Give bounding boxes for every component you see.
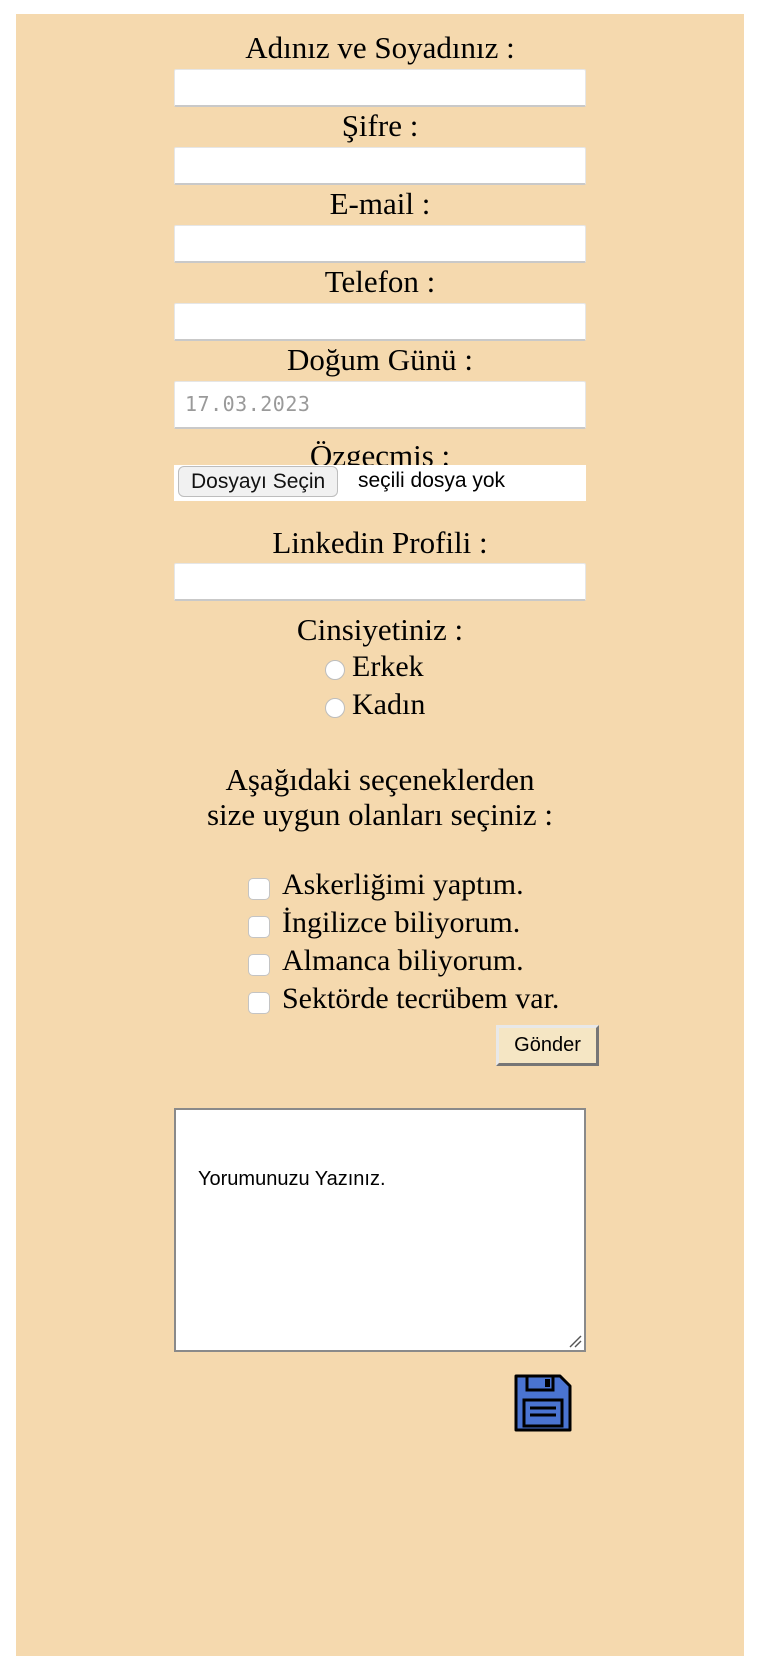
birthday-label: Doğum Günü : xyxy=(287,342,473,377)
form-panel: Adınız ve Soyadınız : Şifre : E-mail : T… xyxy=(16,14,744,1656)
options-intro-line1: Aşağıdaki seçeneklerden xyxy=(225,762,535,797)
gender-radio-male[interactable] xyxy=(325,660,345,680)
checkbox-german[interactable] xyxy=(248,954,270,976)
submit-button[interactable]: Gönder xyxy=(496,1025,599,1066)
checkbox-sector-experience-label: Sektörde tecrübem var. xyxy=(282,982,560,1015)
password-field[interactable] xyxy=(174,147,586,185)
resize-grip-icon[interactable] xyxy=(568,1334,582,1348)
email-field[interactable] xyxy=(174,225,586,263)
birthday-date-value: 17.03.2023 xyxy=(185,392,311,416)
choose-file-button[interactable]: Dosyayı Seçin xyxy=(178,466,339,497)
checkbox-sector-experience[interactable] xyxy=(248,992,270,1014)
comment-textarea[interactable]: Yorumunuzu Yazınız. xyxy=(174,1108,586,1352)
gender-radio-female[interactable] xyxy=(325,698,345,718)
floppy-disk-icon[interactable] xyxy=(512,1372,574,1434)
linkedin-label: Linkedin Profili : xyxy=(272,525,488,560)
comment-text: Yorumunuzu Yazınız. xyxy=(198,1168,386,1190)
name-label: Adınız ve Soyadınız : xyxy=(245,30,515,65)
linkedin-field[interactable] xyxy=(174,563,586,601)
phone-field[interactable] xyxy=(174,303,586,341)
checkbox-german-label: Almanca biliyorum. xyxy=(282,944,524,977)
password-label: Şifre : xyxy=(341,108,419,143)
phone-label: Telefon : xyxy=(324,264,436,299)
resume-file-input[interactable]: Dosyayı Seçin seçili dosya yok xyxy=(174,465,586,501)
checkbox-military-label: Askerliğimi yaptım. xyxy=(282,868,524,901)
options-intro-line2: size uygun olanları seçiniz : xyxy=(206,797,554,832)
name-field[interactable] xyxy=(174,69,586,107)
checkbox-english[interactable] xyxy=(248,916,270,938)
gender-option-male-label: Erkek xyxy=(352,650,424,683)
file-status-text: seçili dosya yok xyxy=(358,469,506,492)
birthday-date-field[interactable]: 17.03.2023 xyxy=(174,381,586,429)
checkbox-english-label: İngilizce biliyorum. xyxy=(282,906,521,939)
email-label: E-mail : xyxy=(329,186,431,221)
gender-option-female-label: Kadın xyxy=(352,688,426,721)
checkbox-military[interactable] xyxy=(248,878,270,900)
gender-label: Cinsiyetiniz : xyxy=(296,612,464,647)
